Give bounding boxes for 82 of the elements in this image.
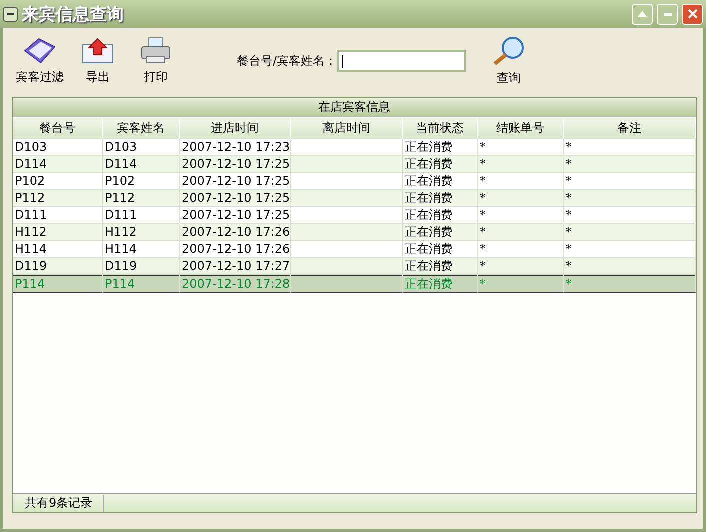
- table-cell: P114: [103, 275, 180, 293]
- status-text: 共有9条记录: [13, 494, 104, 512]
- table-cell: P102: [13, 173, 103, 190]
- table-cell: *: [478, 139, 564, 156]
- column-header[interactable]: 离店时间: [291, 117, 403, 139]
- toolbar-button[interactable]: 宾客过滤: [11, 36, 69, 86]
- table-cell: 2007-12-10 17:28: [180, 275, 291, 293]
- table-cell: 正在消费: [403, 190, 478, 207]
- table-cell: *: [478, 241, 564, 258]
- table-cell: D103: [13, 139, 103, 156]
- column-header[interactable]: 结账单号: [478, 117, 564, 139]
- table-cell: 正在消费: [403, 241, 478, 258]
- table-cell: *: [478, 190, 564, 207]
- table-cell: D119: [13, 258, 103, 275]
- triangle-up-icon: [638, 11, 647, 17]
- table-cell: *: [564, 258, 696, 275]
- table-cell: H114: [13, 241, 103, 258]
- table-cell: H112: [13, 224, 103, 241]
- table-cell: *: [478, 275, 564, 293]
- table-cell: *: [564, 224, 696, 241]
- search-label: 餐台号/宾客姓名：: [237, 52, 338, 70]
- minimize-button[interactable]: [657, 4, 678, 24]
- table-cell: 2007-12-10 17:25: [180, 156, 291, 173]
- table-cell: *: [564, 156, 696, 173]
- export-icon: [81, 36, 115, 64]
- close-icon: [688, 9, 698, 19]
- table-cell: 正在消费: [403, 139, 478, 156]
- table-cell: D114: [103, 156, 180, 173]
- close-button[interactable]: [682, 4, 703, 24]
- search-icon: [492, 36, 526, 66]
- table-cell: P112: [103, 190, 180, 207]
- table-cell: 2007-12-10 17:23: [180, 139, 291, 156]
- column-header[interactable]: 餐台号: [13, 117, 103, 139]
- table-cell: *: [564, 207, 696, 224]
- table-cell: H114: [103, 241, 180, 258]
- table-cell: *: [478, 173, 564, 190]
- search-field[interactable]: [337, 50, 466, 72]
- table-cell: P102: [103, 173, 180, 190]
- table-cell: *: [478, 258, 564, 275]
- table-cell: *: [564, 241, 696, 258]
- table-cell: 2007-12-10 17:25: [180, 173, 291, 190]
- system-menu-button[interactable]: [3, 6, 18, 22]
- table-cell: *: [478, 224, 564, 241]
- table-cell: 2007-12-10 17:25: [180, 207, 291, 224]
- column-header[interactable]: 当前状态: [403, 117, 478, 139]
- table-cell: 正在消费: [403, 258, 478, 275]
- table-cell: 正在消费: [403, 173, 478, 190]
- table-cell: 2007-12-10 17:27: [180, 258, 291, 275]
- text-cursor-icon: [342, 54, 344, 68]
- table-cell: *: [564, 190, 696, 207]
- table-cell: 正在消费: [403, 207, 478, 224]
- table-cell: D111: [13, 207, 103, 224]
- table-cell: *: [478, 156, 564, 173]
- minimize-icon: [664, 12, 672, 16]
- table-cell: H112: [103, 224, 180, 241]
- table-cell: *: [564, 139, 696, 156]
- table-cell: D119: [103, 258, 180, 275]
- column-header[interactable]: 备注: [564, 117, 696, 139]
- table-cell: 正在消费: [403, 156, 478, 173]
- table-cell: P112: [13, 190, 103, 207]
- table-cell: D103: [103, 139, 180, 156]
- restore-button[interactable]: [632, 4, 653, 24]
- printer-icon: [139, 36, 173, 64]
- table-cell: *: [478, 207, 564, 224]
- toolbar-button[interactable]: 导出: [69, 36, 127, 86]
- table-cell: *: [564, 173, 696, 190]
- search-button[interactable]: 查询: [480, 36, 538, 86]
- column-header[interactable]: 进店时间: [180, 117, 291, 139]
- table-cell: 2007-12-10 17:26: [180, 241, 291, 258]
- table-cell: 正在消费: [403, 224, 478, 241]
- toolbar-button[interactable]: 打印: [127, 36, 185, 86]
- dash-icon: [7, 13, 14, 15]
- window-title: 来宾信息查询: [22, 4, 125, 26]
- table-cell: 正在消费: [403, 275, 478, 293]
- table-cell: *: [564, 275, 696, 293]
- column-header[interactable]: 宾客姓名: [103, 117, 180, 139]
- table-cell: D114: [13, 156, 103, 173]
- table-cell: 2007-12-10 17:25: [180, 190, 291, 207]
- table-cell: P114: [13, 275, 103, 293]
- table-cell: 2007-12-10 17:26: [180, 224, 291, 241]
- table-caption: 在店宾客信息: [318, 99, 390, 116]
- table-cell: D111: [103, 207, 180, 224]
